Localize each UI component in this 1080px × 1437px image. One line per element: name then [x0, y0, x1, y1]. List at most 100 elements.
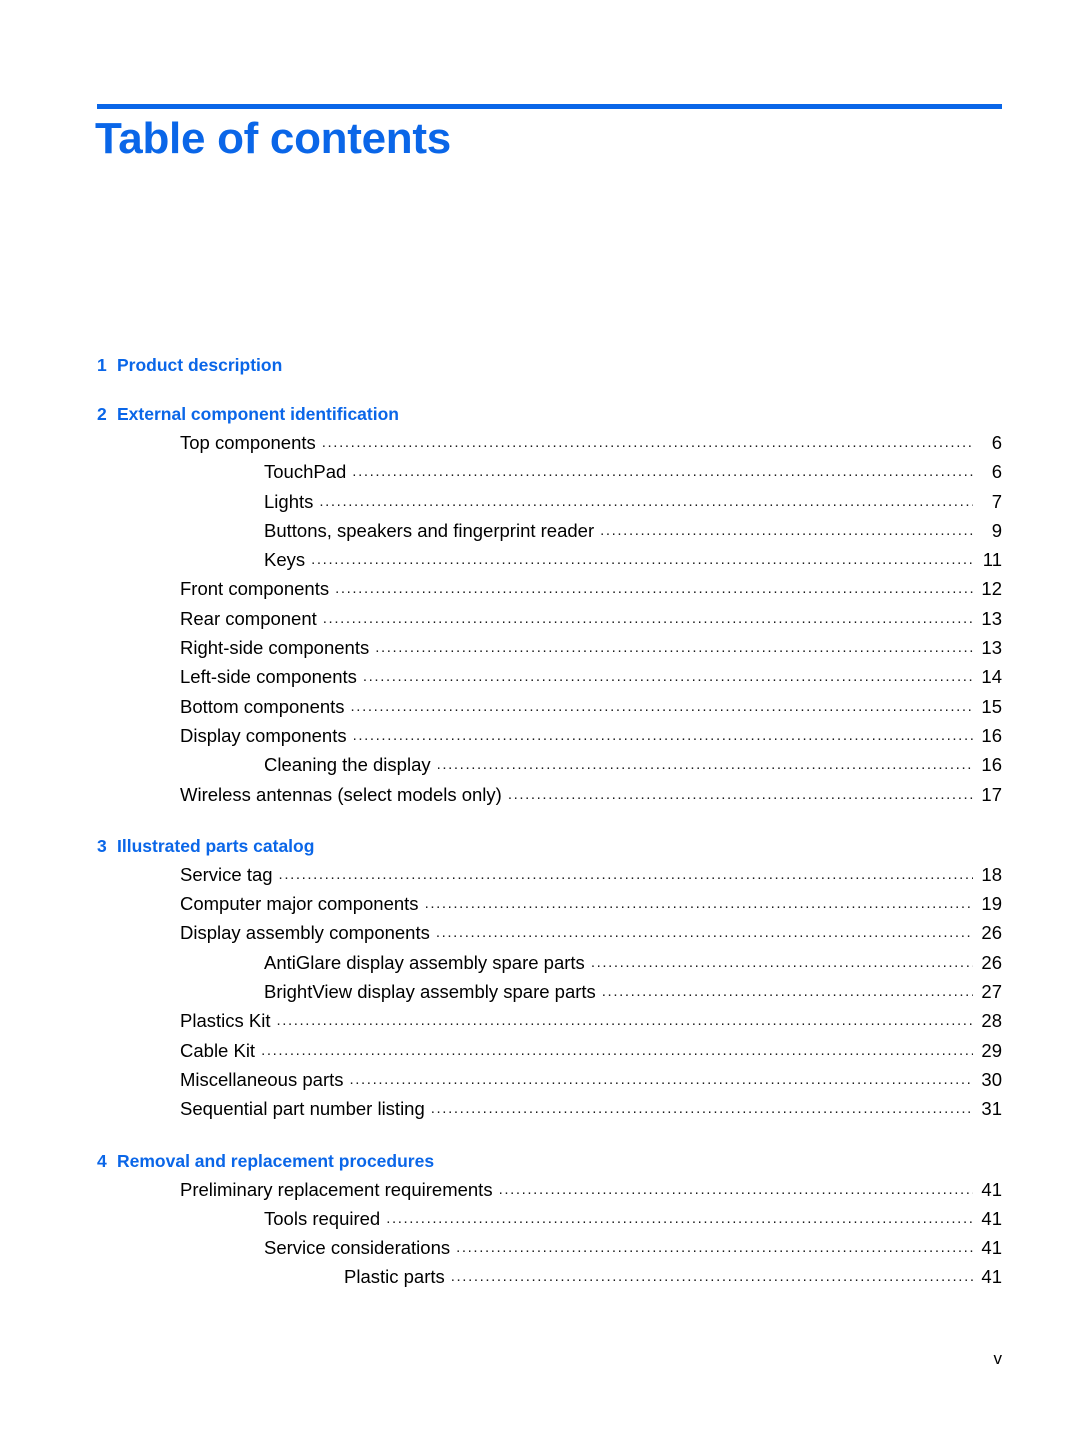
toc-entry-label: Wireless antennas (select models only)	[180, 783, 502, 805]
toc-entry[interactable]: BrightView display assembly spare parts.…	[0, 978, 1080, 1007]
toc-dot-leader: ........................................…	[375, 639, 973, 657]
toc-entry[interactable]: Service tag.............................…	[0, 861, 1080, 890]
toc-entry[interactable]: Display components......................…	[0, 722, 1080, 751]
toc-dot-leader: ........................................…	[424, 895, 973, 913]
toc-entry[interactable]: Left-side components....................…	[0, 663, 1080, 692]
toc-dot-leader: ........................................…	[590, 953, 973, 971]
toc-entry[interactable]: Buttons, speakers and fingerprint reader…	[0, 517, 1080, 546]
toc-entry-label: Display components	[180, 724, 347, 746]
toc-entry-page-number: 16	[981, 754, 1002, 776]
toc-entry-page-number: 13	[981, 637, 1002, 659]
toc-entry-label: Preliminary replacement requirements	[180, 1178, 493, 1200]
toc-dot-leader: ........................................…	[498, 1180, 973, 1198]
toc-chapter: 2 External component identification Top co…	[0, 401, 1080, 810]
toc-entry[interactable]: Sequential part number listing..........…	[0, 1095, 1080, 1124]
toc-dot-leader: ........................................…	[319, 492, 973, 510]
chapter-title: Removal and replacement procedures	[117, 1150, 435, 1171]
toc-page: Table of contents 1 Product description 2 E…	[0, 0, 1080, 1437]
toc-entry[interactable]: Rear component..........................…	[0, 605, 1080, 634]
toc-entry-page-number: 17	[981, 783, 1002, 805]
toc-entry-page-number: 27	[981, 981, 1002, 1003]
toc-dot-leader: ........................................…	[435, 924, 973, 942]
toc-entry-page-number: 28	[981, 1010, 1002, 1032]
toc-entry-page-number: 12	[981, 578, 1002, 600]
chapter-title: Illustrated parts catalog	[117, 835, 315, 856]
chapter-title: External component identification	[117, 404, 399, 424]
toc-entry[interactable]: Preliminary replacement requirements....…	[0, 1176, 1080, 1205]
toc-entry[interactable]: Bottom components.......................…	[0, 693, 1080, 722]
toc-dot-leader: ........................................…	[322, 609, 973, 627]
toc-entry-page-number: 30	[981, 1068, 1002, 1090]
toc-entry-label: Cleaning the display	[264, 754, 431, 776]
toc-entry[interactable]: AntiGlare display assembly spare parts..…	[0, 949, 1080, 978]
toc-entry[interactable]: Cleaning the display....................…	[0, 751, 1080, 780]
chapter-entry-list: Service tag.............................…	[0, 861, 1080, 1125]
toc-entry-label: AntiGlare display assembly spare parts	[264, 951, 585, 973]
toc-chapter: 3 Illustrated parts catalog Service tag...…	[0, 833, 1080, 1125]
toc-entry-page-number: 41	[981, 1266, 1002, 1288]
toc-entry-label: Computer major components	[180, 893, 419, 915]
toc-entry-page-number: 29	[981, 1039, 1002, 1061]
toc-dot-leader: ........................................…	[321, 434, 973, 451]
toc-dot-leader: ........................................…	[335, 580, 973, 598]
toc-dot-leader: ........................................…	[350, 697, 973, 715]
toc-entry-label: Sequential part number listing	[180, 1098, 425, 1120]
toc-entry-label: BrightView display assembly spare parts	[264, 981, 596, 1003]
chapter-number: 2	[97, 404, 107, 424]
toc-entry[interactable]: Front components........................…	[0, 575, 1080, 604]
toc-dot-leader: ........................................…	[278, 865, 973, 883]
toc-entry-page-number: 19	[981, 893, 1002, 915]
toc-entry-page-number: 31	[981, 1098, 1002, 1120]
toc-entry-label: Tools required	[264, 1207, 381, 1229]
toc-dot-leader: ........................................…	[362, 668, 973, 686]
page-footer: v	[993, 1349, 1003, 1368]
toc-entry[interactable]: Right-side components...................…	[0, 634, 1080, 663]
chapter-entry-list: Top components..........................…	[0, 429, 1080, 810]
toc-entry-page-number: 14	[981, 666, 1002, 688]
toc-entry[interactable]: Top components..........................…	[0, 429, 1080, 458]
toc-entry[interactable]: Miscellaneous parts.....................…	[0, 1066, 1080, 1095]
toc-dot-leader: ........................................…	[349, 1070, 974, 1088]
toc-dot-leader: ........................................…	[386, 1209, 973, 1227]
chapter-heading[interactable]: 4 Removal and replacement procedures	[0, 1148, 1080, 1174]
chapter-heading[interactable]: 3 Illustrated parts catalog	[0, 833, 1080, 859]
toc-entry-label: TouchPad	[264, 461, 347, 483]
toc-entry[interactable]: Plastics Kit............................…	[0, 1007, 1080, 1036]
toc-entry[interactable]: TouchPad................................…	[0, 458, 1080, 487]
toc-entry[interactable]: Tools required..........................…	[0, 1205, 1080, 1234]
toc-entry-label: Cable Kit	[180, 1039, 256, 1061]
title-rule	[97, 104, 1002, 109]
toc-entry-label: Buttons, speakers and fingerprint reader	[264, 519, 595, 541]
chapter-number: 1	[97, 355, 107, 375]
toc-entry-page-number: 26	[981, 922, 1002, 944]
toc-dot-leader: ........................................…	[352, 726, 973, 744]
toc-entry-page-number: 16	[981, 724, 1002, 746]
toc-dot-leader: ........................................…	[436, 756, 973, 774]
chapter-number: 3	[97, 835, 107, 856]
page-title: Table of contents	[95, 114, 451, 163]
toc-entry-label: Lights	[264, 490, 314, 512]
toc-entry-label: Right-side components	[180, 637, 370, 659]
toc-dot-leader: ........................................…	[450, 1268, 973, 1286]
toc-dot-leader: ........................................…	[601, 983, 973, 1001]
toc-entry-page-number: 26	[981, 951, 1002, 973]
toc-entry[interactable]: Lights..................................…	[0, 488, 1080, 517]
toc-entry-page-number: 41	[981, 1207, 1002, 1229]
toc-entry-page-number: 18	[981, 863, 1002, 885]
toc-entry-label: Service tag	[180, 863, 273, 885]
toc-dot-leader: ........................................…	[352, 463, 973, 481]
toc-dot-leader: ........................................…	[507, 785, 973, 803]
chapter-heading[interactable]: 2 External component identification	[0, 401, 1080, 427]
toc-entry-label: Service considerations	[264, 1237, 451, 1259]
toc-chapter: 1 Product description	[0, 352, 1080, 378]
toc-entry[interactable]: Keys....................................…	[0, 546, 1080, 575]
toc-entry[interactable]: Wireless antennas (select models only)..…	[0, 781, 1080, 810]
toc-entry[interactable]: Display assembly components.............…	[0, 919, 1080, 948]
toc-entry[interactable]: Plastic parts...........................…	[0, 1263, 1080, 1292]
toc-entry[interactable]: Cable Kit...............................…	[0, 1037, 1080, 1066]
toc-entry[interactable]: Computer major components...............…	[0, 890, 1080, 919]
toc-entry-page-number: 41	[981, 1178, 1002, 1200]
toc-entry-label: Bottom components	[180, 695, 345, 717]
chapter-heading[interactable]: 1 Product description	[0, 352, 1080, 378]
toc-entry[interactable]: Service considerations..................…	[0, 1234, 1080, 1263]
